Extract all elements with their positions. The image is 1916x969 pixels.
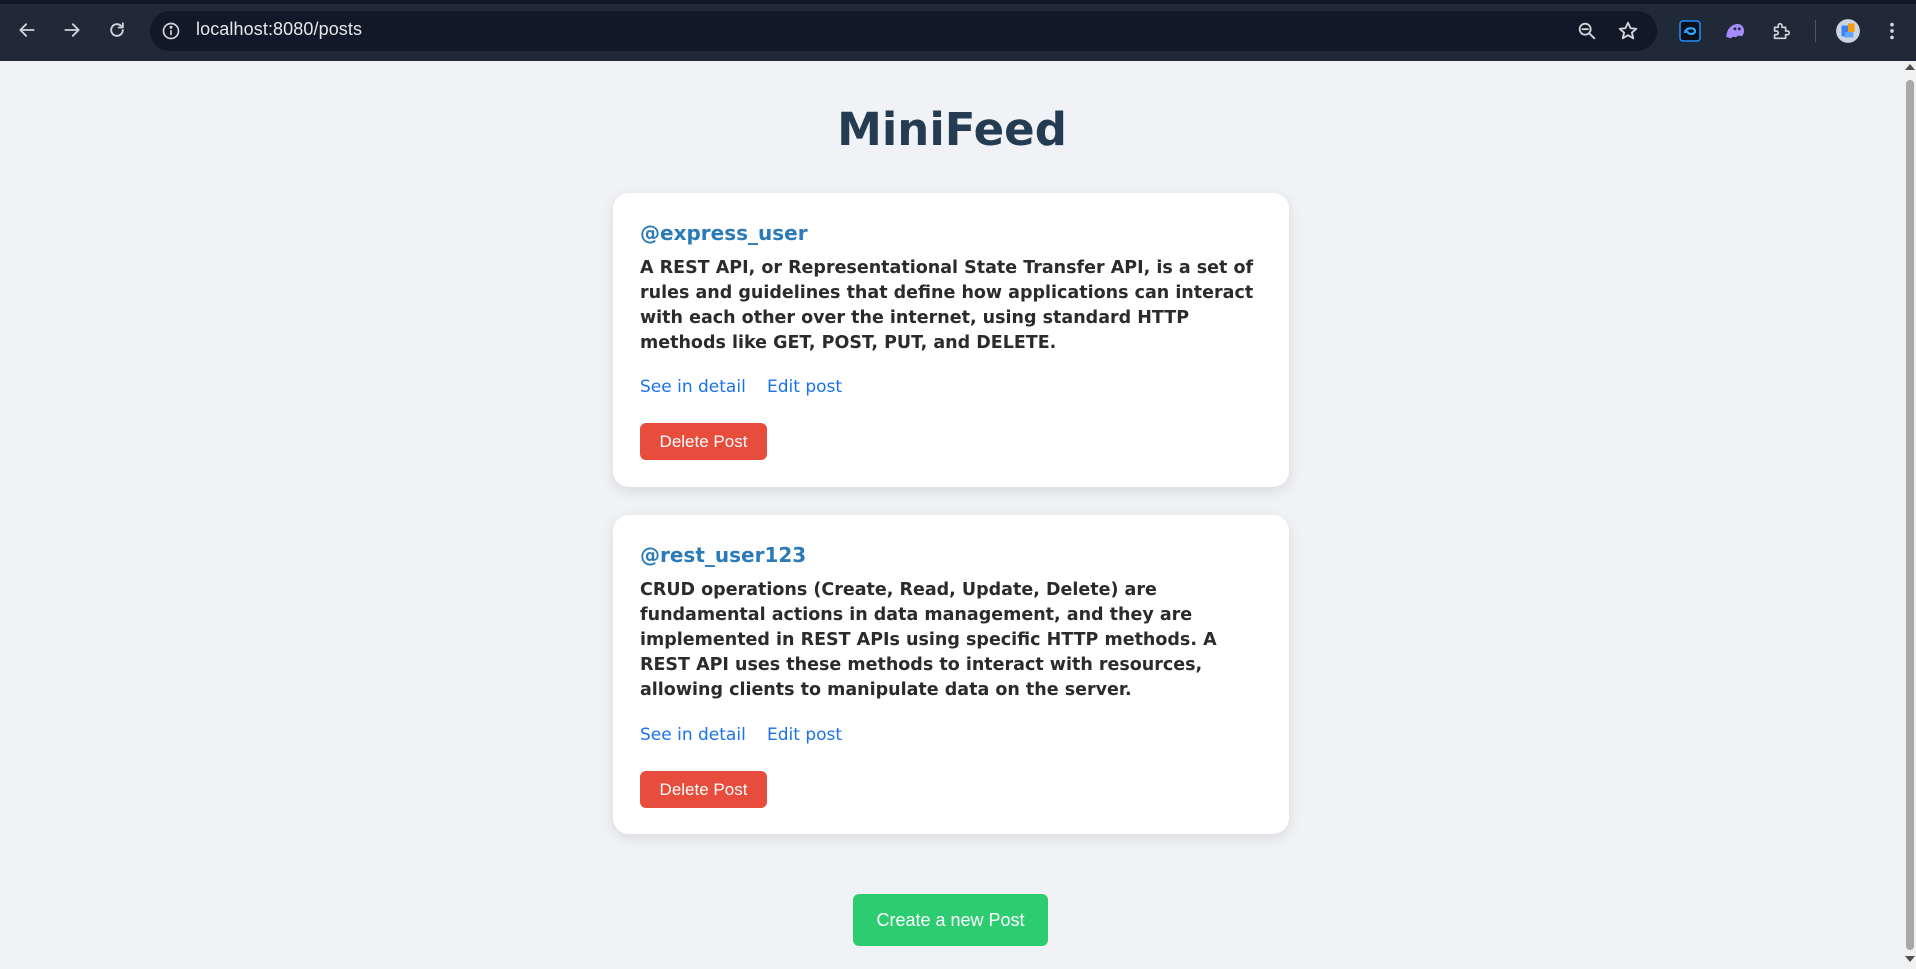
delete-post-button[interactable]: Delete Post	[640, 423, 767, 460]
post-card: @rest_user123 CRUD operations (Create, R…	[613, 515, 1289, 834]
post-content: A REST API, or Representational State Tr…	[640, 258, 1254, 353]
post-content: CRUD operations (Create, Read, Update, D…	[640, 580, 1217, 700]
bookmark-star-icon[interactable]	[1616, 19, 1640, 43]
address-bar[interactable]	[150, 11, 1657, 51]
see-in-detail-link[interactable]: See in detail	[640, 377, 746, 397]
reload-icon[interactable]	[104, 17, 130, 43]
delete-post-button[interactable]: Delete Post	[640, 771, 767, 808]
scroll-up-arrow-icon[interactable]	[1905, 64, 1915, 70]
extension-ghost-icon[interactable]	[1721, 17, 1749, 45]
forward-arrow-icon[interactable]	[59, 17, 85, 43]
see-in-detail-link[interactable]: See in detail	[640, 725, 746, 745]
menu-kebab-icon[interactable]	[1878, 17, 1906, 45]
create-post-button[interactable]: Create a new Post	[853, 894, 1048, 946]
tab-strip-edge	[0, 0, 1916, 4]
extensions-puzzle-icon[interactable]	[1767, 17, 1795, 45]
post-username: @express_user	[640, 221, 808, 245]
site-info-icon[interactable]	[160, 20, 182, 42]
zoom-icon[interactable]	[1575, 19, 1599, 43]
scrollbar-thumb[interactable]	[1906, 80, 1914, 950]
back-arrow-icon[interactable]	[14, 17, 40, 43]
scroll-down-arrow-icon[interactable]	[1905, 956, 1915, 962]
url-text[interactable]: localhost:8080/posts	[196, 19, 362, 40]
toolbar-divider	[1815, 20, 1816, 42]
edit-post-link[interactable]: Edit post	[767, 725, 842, 745]
edit-post-link[interactable]: Edit post	[767, 377, 842, 397]
post-username: @rest_user123	[640, 543, 807, 567]
page-title: MiniFeed	[837, 103, 1067, 156]
extension-blue-icon[interactable]	[1676, 17, 1704, 45]
profile-avatar-icon[interactable]	[1834, 17, 1862, 45]
post-card: @express_user A REST API, or Representat…	[613, 193, 1289, 487]
